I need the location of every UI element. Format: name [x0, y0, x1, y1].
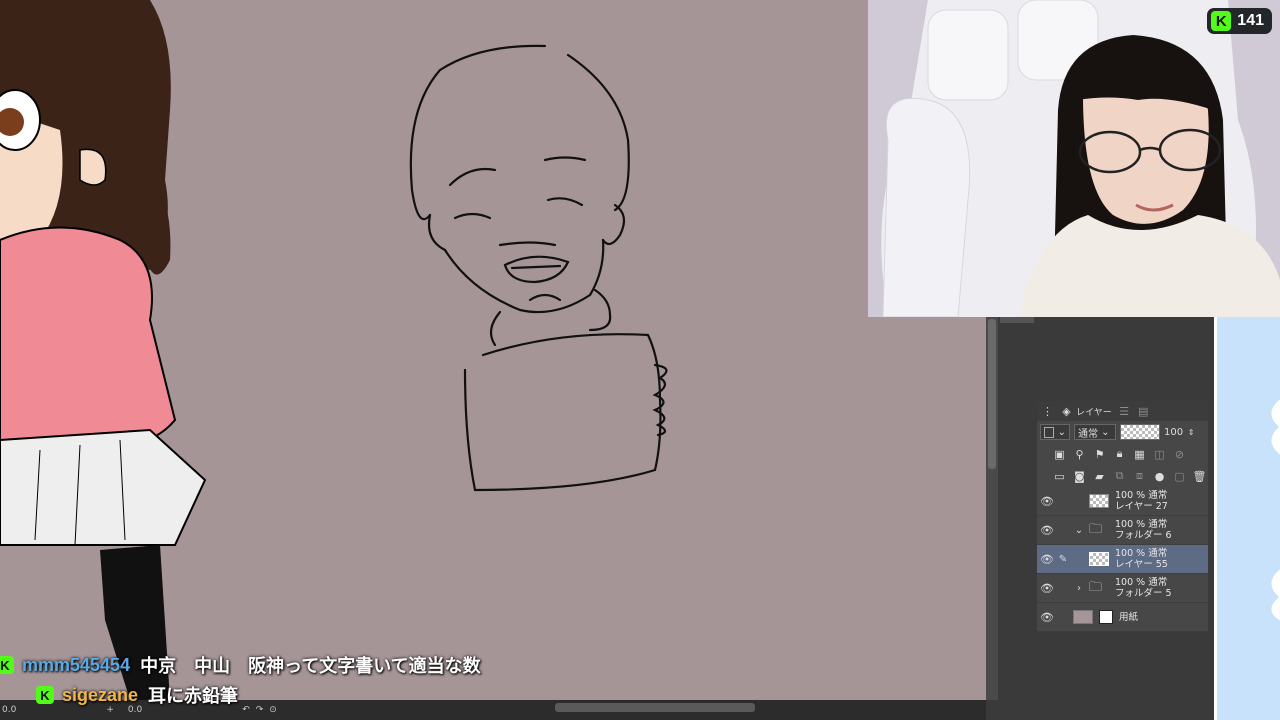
combine-icon[interactable]: ⧈ [1133, 469, 1146, 483]
new-vector-layer-icon[interactable]: ◙ [1073, 470, 1086, 483]
adjacent-panel-preview [1214, 317, 1280, 720]
clip-icon[interactable]: ▣ [1053, 448, 1066, 461]
layer-row-folder-5[interactable]: 👁︎ › 🗀︎ 100 % 通常 フォルダー 5 [1037, 574, 1208, 603]
chat-message: K mmm545454 中京 中山 阪神って文字書いて適当な数 [0, 650, 800, 680]
lock-icon[interactable]: 🔒︎ [1113, 447, 1126, 461]
preview-shapes [1271, 399, 1280, 621]
tab-history[interactable]: ▤ [1137, 405, 1150, 418]
chat-message: K sigezane 耳に赤鉛筆 [0, 680, 800, 710]
scrollbar-thumb[interactable] [988, 319, 996, 469]
reference-icon[interactable]: ⚲ [1073, 448, 1086, 461]
history-icon: ▤ [1138, 404, 1149, 418]
kick-badge-icon: K [0, 656, 14, 674]
layer-row-paper[interactable]: 👁︎ 用紙 [1037, 603, 1208, 632]
opacity-stepper-icon[interactable]: ⇕ [1187, 426, 1195, 439]
apply-mask-icon[interactable]: ▢ [1173, 470, 1186, 483]
layer-label: 100 % 通常 レイヤー 55 [1115, 548, 1168, 570]
edit-slot[interactable] [1057, 524, 1069, 536]
drawing-canvas[interactable] [0, 0, 986, 700]
layer-panel-tabs: ⋮ ◈ レイヤー ☰ ▤ [1037, 401, 1208, 421]
color-mode-select[interactable]: ⌄ [1040, 424, 1070, 440]
layer-toolbar-row-2: ▭ ◙ ▰ ⧉ ⧈ ● ▢ 🗑︎ [1037, 465, 1208, 487]
kick-logo-icon: K [1211, 11, 1232, 31]
chevron-right-icon[interactable]: › [1073, 582, 1085, 594]
character-illustration [0, 0, 207, 700]
chat-username: mmm545454 [22, 654, 131, 675]
webcam-feed: K 141 [868, 0, 1280, 317]
layer-panel: ⋮ ◈ レイヤー ☰ ▤ ⌄ 通常 ⌄ 100 ⇕ ▣ ⚲ ⚑ 🔒︎ ▦ ◫ ⊘… [1037, 401, 1208, 632]
visibility-eye-icon[interactable]: 👁︎ [1037, 611, 1057, 624]
tab-layer[interactable]: ◈ レイヤー [1060, 404, 1112, 418]
layer-toolbar-row-1: ▣ ⚲ ⚑ 🔒︎ ▦ ◫ ⊘ [1037, 443, 1208, 465]
draft-icon[interactable]: ⚑ [1093, 448, 1106, 461]
viewer-count-badge: K 141 [1207, 8, 1272, 34]
opacity-slider[interactable] [1120, 424, 1160, 440]
tab-layer-property[interactable]: ☰ [1118, 405, 1131, 418]
edit-slot[interactable] [1057, 582, 1069, 594]
visibility-eye-icon[interactable]: 👁︎ [1037, 553, 1057, 566]
opacity-value: 100 [1164, 426, 1184, 438]
chat-username: sigezane [62, 684, 139, 705]
indent-slot [1073, 553, 1085, 565]
canvas-artwork [0, 0, 668, 700]
panel-menu-icon[interactable]: ⋮ [1041, 405, 1054, 418]
chat-overlay: K mmm545454 中京 中山 阪神って文字書いて適当な数 K sigeza… [0, 650, 800, 710]
visibility-eye-icon[interactable]: 👁︎ [1037, 524, 1057, 537]
delete-layer-icon[interactable]: 🗑︎ [1193, 470, 1207, 483]
folder-toggle-slot [1073, 495, 1085, 507]
canvas-vertical-scrollbar[interactable] [986, 317, 998, 700]
layer-row-layer-55[interactable]: 👁︎ ✎ 100 % 通常 レイヤー 55 [1037, 545, 1208, 574]
visibility-eye-icon[interactable]: 👁︎ [1037, 582, 1057, 595]
layer-label: 100 % 通常 フォルダー 5 [1115, 577, 1172, 599]
blend-mode-value: 通常 [1078, 428, 1098, 440]
layer-row-layer-27[interactable]: 👁︎ 100 % 通常 レイヤー 27 [1037, 487, 1208, 516]
folder-icon: 🗀︎ [1089, 580, 1103, 595]
folder-icon: 🗀︎ [1089, 522, 1103, 537]
mask-create-icon[interactable]: ● [1153, 470, 1166, 483]
layer-row-folder-6[interactable]: 👁︎ ⌄ 🗀︎ 100 % 通常 フォルダー 6 [1037, 516, 1208, 545]
layer-thumbnail [1089, 552, 1109, 566]
layer-label: 100 % 通常 レイヤー 27 [1115, 490, 1168, 512]
blend-row: ⌄ 通常 ⌄ 100 ⇕ [1037, 421, 1208, 443]
chat-text: 中京 中山 阪神って文字書いて適当な数 [140, 656, 481, 676]
merge-down-icon[interactable]: ⧉ [1113, 469, 1126, 483]
edit-slot[interactable] [1057, 495, 1069, 507]
webcam-scene [868, 0, 1280, 317]
chat-text: 耳に赤鉛筆 [148, 686, 239, 706]
blend-mode-select[interactable]: 通常 ⌄ [1074, 424, 1116, 440]
new-folder-icon[interactable]: ▰ [1093, 470, 1106, 483]
layer-label: 用紙 [1119, 611, 1139, 623]
chevron-down-icon[interactable]: ⌄ [1073, 524, 1085, 536]
layers-icon: ◈ [1062, 404, 1071, 418]
paper-color-swatch [1073, 610, 1093, 624]
layer-color-icon[interactable]: ⊘ [1173, 448, 1186, 461]
paper-icon [1099, 610, 1113, 624]
new-raster-layer-icon[interactable]: ▭ [1053, 470, 1066, 483]
lock-transparent-icon[interactable]: ▦ [1133, 448, 1146, 461]
panel-header-grip[interactable] [1000, 317, 1034, 323]
list-icon: ☰ [1119, 404, 1130, 418]
layer-label: 100 % 通常 フォルダー 6 [1115, 519, 1172, 541]
mask-icon[interactable]: ◫ [1153, 448, 1166, 461]
layer-thumbnail [1089, 494, 1109, 508]
sketch-lines [409, 44, 668, 492]
tab-layer-label: レイヤー [1076, 407, 1112, 418]
visibility-eye-icon[interactable]: 👁︎ [1037, 495, 1057, 508]
kick-badge-icon: K [36, 686, 54, 704]
edit-slot[interactable] [1057, 611, 1069, 623]
viewer-count: 141 [1237, 12, 1264, 29]
pen-edit-icon[interactable]: ✎ [1057, 553, 1069, 565]
